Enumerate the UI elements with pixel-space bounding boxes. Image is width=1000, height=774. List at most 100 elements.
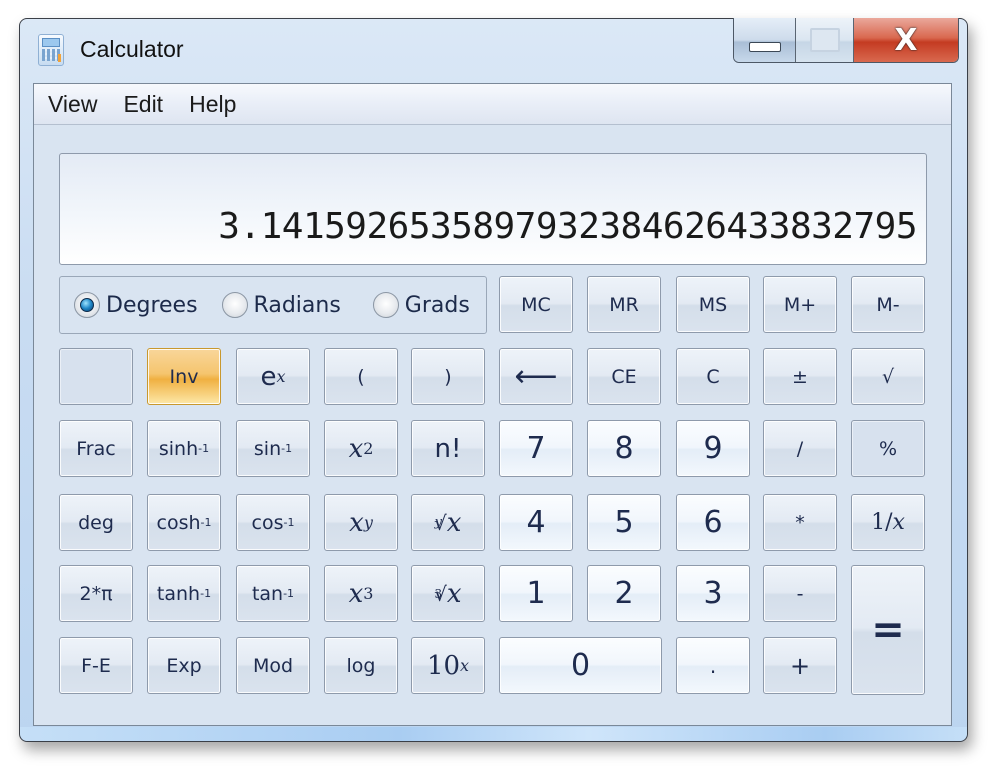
mod-button[interactable]: Mod — [236, 637, 310, 694]
digit-1-button[interactable]: 1 — [499, 565, 573, 622]
radical-icon: √ — [433, 510, 447, 535]
digit-3-button[interactable]: 3 — [676, 565, 750, 622]
btn-sup: -1 — [200, 516, 212, 529]
ten-power-x-button[interactable]: 10 x — [411, 637, 485, 694]
menu-view[interactable]: View — [48, 91, 97, 118]
maximize-button[interactable] — [796, 18, 854, 62]
decimal-button[interactable]: . — [676, 637, 750, 694]
equals-button[interactable]: = — [851, 565, 925, 695]
digit-8-button[interactable]: 8 — [587, 420, 661, 477]
btn-sup: -1 — [200, 587, 212, 600]
digit-0-button[interactable]: 0 — [499, 637, 662, 694]
calculator-icon — [38, 34, 64, 66]
backspace-arrow-icon: ⟵ — [514, 359, 558, 394]
radio-degrees[interactable]: Degrees — [74, 292, 198, 318]
reciprocal-button[interactable]: 1/x — [851, 494, 925, 551]
display-value: 3.1415926535897932384626433832795 — [218, 206, 917, 247]
ms-button[interactable]: MS — [676, 276, 750, 333]
blank-button[interactable] — [59, 348, 133, 405]
close-icon: X — [894, 22, 918, 58]
mc-button[interactable]: MC — [499, 276, 573, 333]
btn-label: sin — [253, 437, 282, 460]
digit-2-button[interactable]: 2 — [587, 565, 661, 622]
exp-x-button[interactable]: ex — [236, 348, 310, 405]
m-minus-button[interactable]: M- — [851, 276, 925, 333]
btn-label: 10 — [426, 650, 461, 681]
asin-button[interactable]: sin -1 — [236, 420, 310, 477]
minus-button[interactable]: - — [763, 565, 837, 622]
radio-unselected-icon — [221, 292, 248, 318]
calculator-window: Calculator X View Edit Help 3.1415926535… — [19, 18, 968, 742]
menu-help[interactable]: Help — [189, 91, 236, 118]
x-cubed-button[interactable]: x3 — [324, 565, 398, 622]
btn-label: sinh — [158, 437, 199, 460]
btn-label: x — [892, 510, 905, 535]
btn-label: x — [349, 507, 364, 538]
fe-button[interactable]: F-E — [59, 637, 133, 694]
calculator-body: View Edit Help 3.14159265358979323846264… — [33, 83, 952, 726]
minimize-icon — [748, 42, 781, 52]
btn-label: 1/ — [871, 510, 893, 535]
close-paren-button[interactable]: ) — [411, 348, 485, 405]
factorial-button[interactable]: n! — [411, 420, 485, 477]
mr-button[interactable]: MR — [587, 276, 661, 333]
asinh-button[interactable]: sinh -1 — [147, 420, 221, 477]
exp-button[interactable]: Exp — [147, 637, 221, 694]
plus-button[interactable]: + — [763, 637, 837, 694]
btn-label: x — [446, 507, 462, 538]
acos-button[interactable]: cos -1 — [236, 494, 310, 551]
caption-buttons: X — [733, 18, 959, 63]
digit-4-button[interactable]: 4 — [499, 494, 573, 551]
maximize-icon — [809, 28, 840, 52]
y-root-x-button[interactable]: y √ x — [411, 494, 485, 551]
multiply-button[interactable]: * — [763, 494, 837, 551]
divide-button[interactable]: / — [763, 420, 837, 477]
x-squared-button[interactable]: x2 — [324, 420, 398, 477]
btn-label: = — [871, 607, 905, 653]
two-pi-button[interactable]: 2*π — [59, 565, 133, 622]
minimize-button[interactable] — [734, 18, 796, 62]
btn-sup: 2 — [363, 439, 374, 458]
btn-label: tan — [251, 582, 284, 605]
percent-button[interactable]: % — [851, 420, 925, 477]
radio-label: Degrees — [106, 292, 198, 318]
open-paren-button[interactable]: ( — [324, 348, 398, 405]
close-button[interactable]: X — [854, 18, 958, 62]
atan-button[interactable]: tan -1 — [236, 565, 310, 622]
backspace-button[interactable]: ⟵ — [499, 348, 573, 405]
digit-7-button[interactable]: 7 — [499, 420, 573, 477]
acosh-button[interactable]: cosh -1 — [147, 494, 221, 551]
frac-button[interactable]: Frac — [59, 420, 133, 477]
btn-sup: x — [276, 367, 286, 386]
angle-mode-group: Degrees Radians Grads — [59, 276, 487, 334]
digit-9-button[interactable]: 9 — [676, 420, 750, 477]
digit-6-button[interactable]: 6 — [676, 494, 750, 551]
btn-label: x — [348, 578, 364, 609]
btn-label: cosh — [156, 511, 201, 534]
ce-button[interactable]: CE — [587, 348, 661, 405]
log-button[interactable]: log — [324, 637, 398, 694]
c-button[interactable]: C — [676, 348, 750, 405]
x-power-y-button[interactable]: xy — [324, 494, 398, 551]
digit-5-button[interactable]: 5 — [587, 494, 661, 551]
btn-label: e — [260, 361, 277, 392]
atanh-button[interactable]: tanh -1 — [147, 565, 221, 622]
radio-label: Radians — [253, 292, 341, 318]
btn-label: tanh — [156, 582, 201, 605]
sqrt-button[interactable]: √ — [851, 348, 925, 405]
plus-minus-button[interactable]: ± — [763, 348, 837, 405]
result-display: 3.1415926535897932384626433832795 — [59, 153, 927, 265]
radio-label: Grads — [404, 292, 470, 318]
btn-sup: -1 — [283, 516, 295, 529]
radio-grads[interactable]: Grads — [372, 292, 470, 318]
title-bar[interactable]: Calculator X — [20, 18, 967, 83]
menu-bar: View Edit Help — [34, 84, 951, 125]
cube-root-button[interactable]: 3 √ x — [411, 565, 485, 622]
deg-button[interactable]: deg — [59, 494, 133, 551]
radio-radians[interactable]: Radians — [221, 292, 341, 318]
btn-sup: -1 — [281, 442, 293, 455]
inv-button[interactable]: Inv — [147, 348, 221, 405]
menu-edit[interactable]: Edit — [123, 91, 163, 118]
m-plus-button[interactable]: M+ — [763, 276, 837, 333]
btn-label: x — [348, 433, 364, 464]
